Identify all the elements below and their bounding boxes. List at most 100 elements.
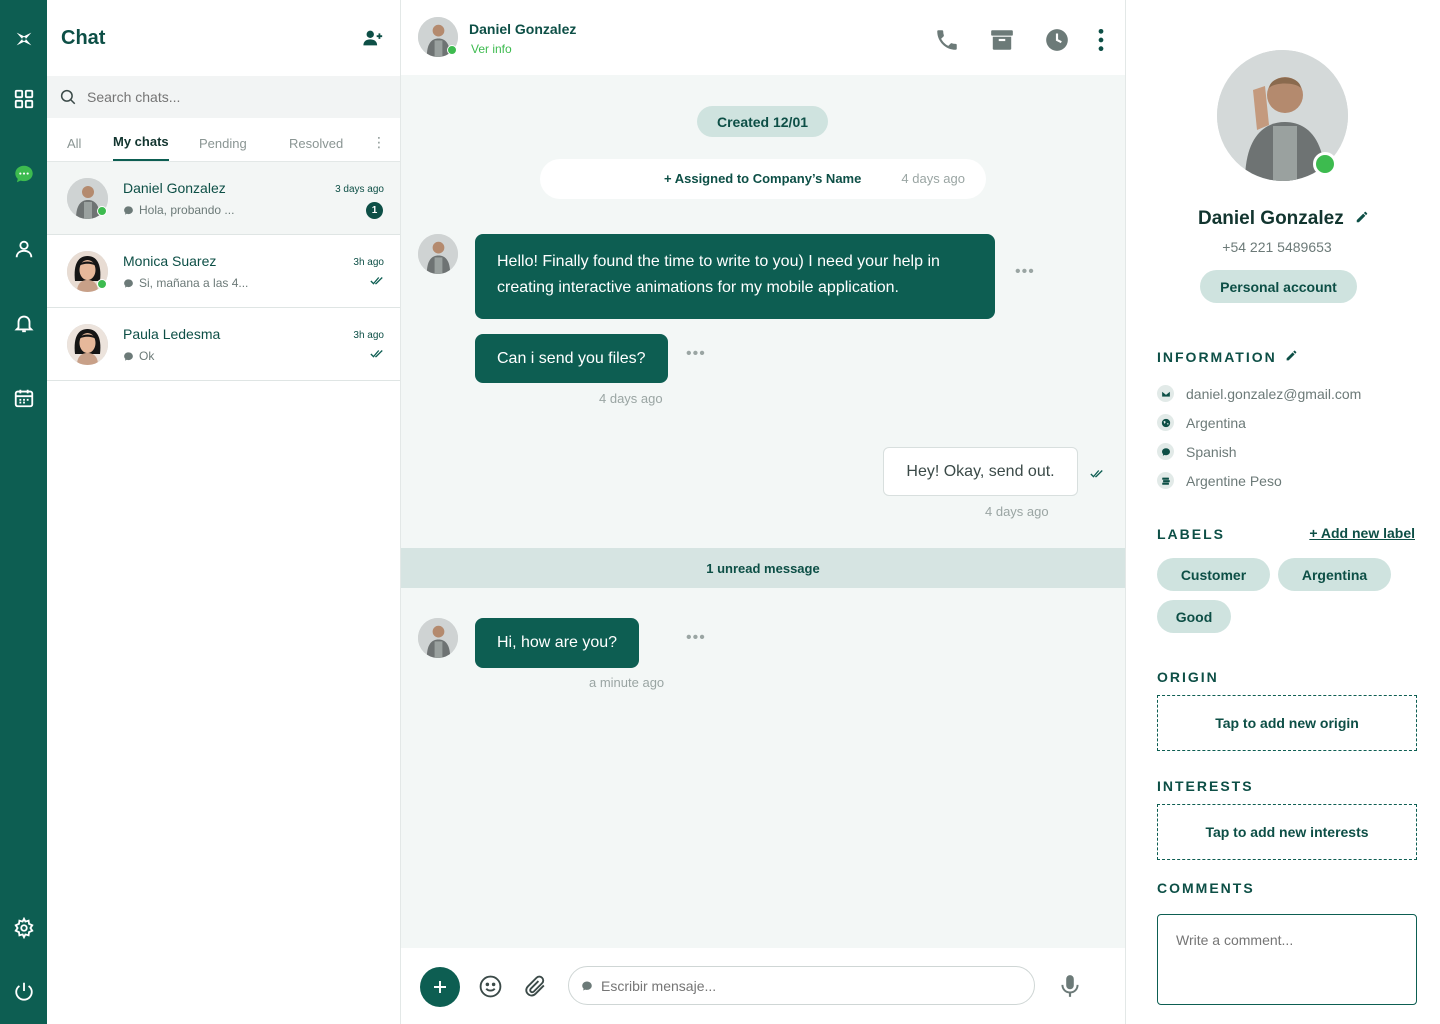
assignment-text: + Assigned to Company’s Name bbox=[664, 171, 862, 186]
origin-title: ORIGIN bbox=[1157, 669, 1219, 685]
chat-tabs: All My chats Pending Resolved ⋮ bbox=[47, 118, 400, 162]
info-language: Spanish bbox=[1157, 443, 1237, 460]
profile-name-row: Daniel Gonzalez bbox=[1126, 208, 1440, 230]
clock-icon[interactable] bbox=[1043, 26, 1071, 54]
tab-pending[interactable]: Pending bbox=[199, 136, 247, 161]
info-email: daniel.gonzalez@gmail.com bbox=[1157, 385, 1361, 402]
microphone-icon[interactable] bbox=[1056, 972, 1084, 1000]
calendar-icon[interactable] bbox=[11, 385, 37, 411]
message-time: 4 days ago bbox=[599, 391, 663, 406]
globe-icon bbox=[1157, 414, 1174, 431]
message-time: 4 days ago bbox=[985, 504, 1049, 519]
more-options-icon[interactable] bbox=[1087, 26, 1115, 54]
message-icon bbox=[582, 981, 592, 990]
power-icon[interactable] bbox=[11, 978, 37, 1004]
add-origin-box[interactable]: Tap to add new origin bbox=[1157, 695, 1417, 751]
message-options-icon[interactable]: ••• bbox=[686, 345, 706, 363]
chat-time: 3h ago bbox=[353, 257, 384, 268]
avatar bbox=[67, 324, 108, 365]
message-icon bbox=[124, 205, 133, 215]
app-root: Chat All My chats Pending Resolved ⋮ Dan… bbox=[0, 0, 1440, 1024]
speech-icon bbox=[1157, 443, 1174, 460]
chat-row[interactable]: Paula Ledesma Ok 3h ago bbox=[47, 308, 400, 381]
phone-icon[interactable] bbox=[933, 26, 961, 54]
message-bubble-incoming: Can i send you files? bbox=[475, 334, 668, 383]
contact-name: Daniel Gonzalez bbox=[469, 21, 577, 37]
chat-icon[interactable] bbox=[11, 161, 37, 187]
mail-icon bbox=[1157, 385, 1174, 402]
online-indicator bbox=[97, 279, 107, 289]
tab-all[interactable]: All bbox=[67, 136, 81, 161]
view-info-link[interactable]: Ver info bbox=[471, 42, 512, 56]
tab-my-chats[interactable]: My chats bbox=[113, 134, 169, 161]
chat-preview-text: Si, mañana a las 4... bbox=[139, 276, 249, 290]
label-chip[interactable]: Argentina bbox=[1278, 558, 1391, 591]
tab-resolved[interactable]: Resolved bbox=[289, 136, 343, 161]
search-input[interactable] bbox=[87, 89, 367, 105]
info-currency-value: Argentine Peso bbox=[1186, 472, 1282, 489]
chat-time: 3h ago bbox=[353, 330, 384, 341]
account-type-pill: Personal account bbox=[1200, 270, 1357, 303]
message-options-icon[interactable]: ••• bbox=[686, 629, 706, 647]
unread-badge: 1 bbox=[366, 202, 383, 219]
search-icon bbox=[60, 89, 76, 105]
chat-row[interactable]: Monica Suarez Si, mañana a las 4... 3h a… bbox=[47, 235, 400, 308]
chat-list-panel: Chat All My chats Pending Resolved ⋮ Dan… bbox=[47, 0, 401, 1024]
chat-list-header: Chat bbox=[47, 0, 400, 76]
nav-rail bbox=[0, 0, 47, 1024]
info-currency: Argentine Peso bbox=[1157, 472, 1282, 489]
conversation-header: Daniel Gonzalez Ver info bbox=[401, 0, 1125, 75]
bell-icon[interactable] bbox=[11, 310, 37, 336]
assignment-time: 4 days ago bbox=[901, 171, 965, 186]
interests-title: INTERESTS bbox=[1157, 778, 1254, 794]
chat-row[interactable]: Daniel Gonzalez Hola, probando ... 3 day… bbox=[47, 162, 400, 235]
emoji-icon[interactable] bbox=[476, 972, 504, 1000]
edit-name-icon[interactable] bbox=[1355, 208, 1369, 230]
plus-icon bbox=[434, 981, 446, 993]
add-interests-box[interactable]: Tap to add new interests bbox=[1157, 804, 1417, 860]
comments-title: COMMENTS bbox=[1157, 880, 1255, 896]
comment-box bbox=[1157, 914, 1417, 1005]
sender-avatar bbox=[418, 234, 458, 274]
info-country: Argentina bbox=[1157, 414, 1246, 431]
message-composer bbox=[401, 948, 1125, 1024]
settings-icon[interactable] bbox=[11, 915, 37, 941]
more-tabs-icon[interactable]: ⋮ bbox=[372, 134, 386, 151]
labels-title: LABELS bbox=[1157, 526, 1225, 542]
chat-list-title: Chat bbox=[61, 26, 106, 49]
message-bubble-incoming: Hello! Finally found the time to write t… bbox=[475, 234, 995, 319]
assignment-notice: + Assigned to Company’s Name 4 days ago bbox=[540, 159, 986, 199]
grid-icon[interactable] bbox=[11, 86, 37, 112]
message-bubble-outgoing: Hey! Okay, send out. bbox=[883, 447, 1078, 496]
label-chip[interactable]: Good bbox=[1157, 600, 1231, 633]
archive-icon[interactable] bbox=[988, 26, 1016, 54]
message-options-icon[interactable]: ••• bbox=[1015, 263, 1035, 281]
chat-preview: Ok bbox=[123, 349, 154, 363]
paperclip-icon[interactable] bbox=[521, 972, 549, 1000]
online-indicator bbox=[447, 45, 457, 55]
chat-preview: Hola, probando ... bbox=[123, 203, 234, 217]
double-check-icon bbox=[370, 273, 384, 291]
add-attachment-button[interactable] bbox=[420, 967, 460, 1007]
user-icon[interactable] bbox=[11, 236, 37, 262]
logo-icon[interactable] bbox=[11, 26, 37, 52]
comment-input[interactable] bbox=[1176, 932, 1396, 992]
online-indicator bbox=[97, 206, 107, 216]
message-icon bbox=[124, 351, 133, 361]
chat-preview: Si, mañana a las 4... bbox=[123, 276, 248, 290]
chat-preview-text: Hola, probando ... bbox=[139, 203, 235, 217]
message-time: a minute ago bbox=[589, 675, 665, 690]
information-section-title: INFORMATION bbox=[1157, 349, 1298, 365]
label-chip[interactable]: Customer bbox=[1157, 558, 1270, 591]
message-input[interactable] bbox=[601, 977, 1001, 994]
add-label-link[interactable]: + Add new label bbox=[1309, 525, 1415, 541]
unread-divider: 1 unread message bbox=[401, 548, 1125, 588]
chat-time: 3 days ago bbox=[335, 184, 384, 195]
information-title: INFORMATION bbox=[1157, 349, 1277, 365]
chat-name: Monica Suarez bbox=[123, 253, 217, 269]
contact-profile-panel: Daniel Gonzalez +54 221 5489653 Personal… bbox=[1125, 0, 1440, 1024]
add-contact-icon[interactable] bbox=[360, 25, 386, 51]
edit-information-icon[interactable] bbox=[1285, 349, 1298, 365]
double-check-icon bbox=[370, 346, 384, 364]
info-country-value: Argentina bbox=[1186, 414, 1246, 431]
